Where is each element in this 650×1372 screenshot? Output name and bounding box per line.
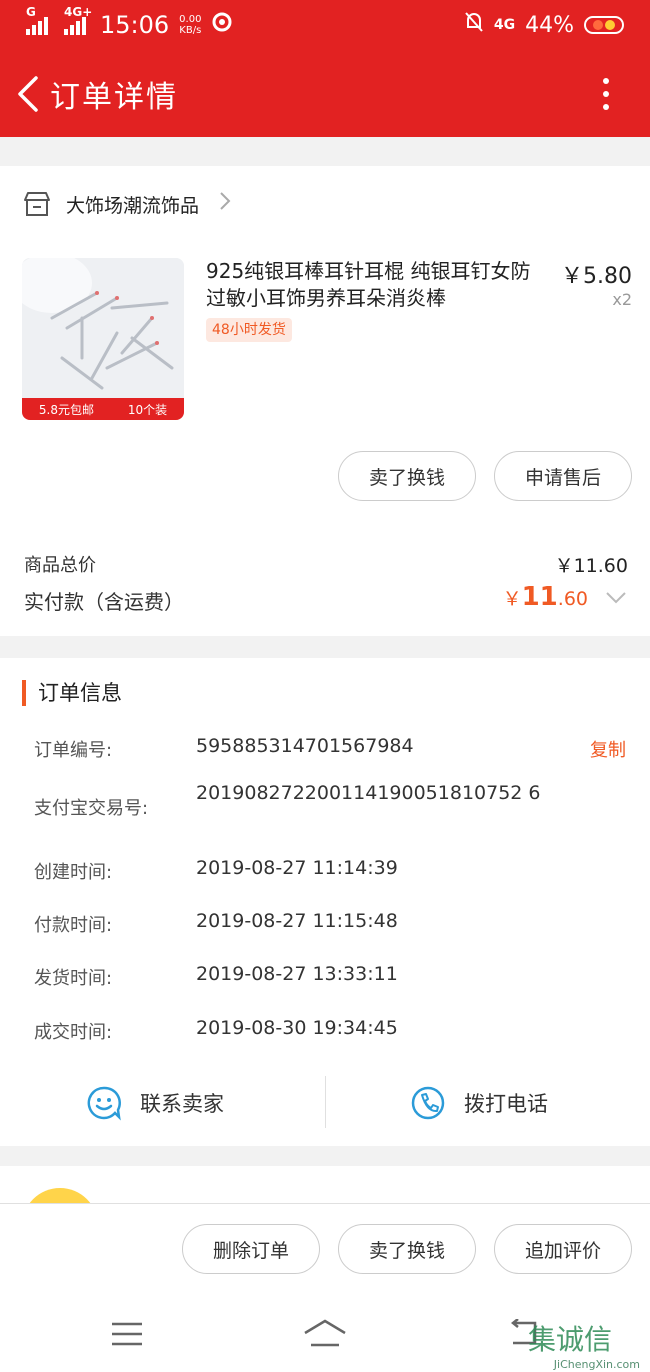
order-number-value: 595885314701567984 [196,735,414,757]
chevron-down-icon [606,592,626,604]
mute-icon [464,11,484,39]
chevron-left-icon [18,76,38,112]
expand-totals-button[interactable] [604,590,628,610]
product-title[interactable]: 925纯银耳棒耳针耳棍 纯银耳钉女防过敏小耳饰男养耳朵消炎棒 [206,258,546,312]
back-button[interactable] [8,58,48,130]
header: G 4G+ 15:06 0.00 KB/s 4G 44% 订单详情 [0,0,650,137]
call-label: 拨打电话 [464,1092,548,1116]
call-button[interactable]: 拨打电话 [410,1080,548,1126]
delete-order-button[interactable]: 删除订单 [182,1224,320,1274]
net-speed-value: 0.00 [179,14,202,25]
sell-item-button[interactable]: 卖了换钱 [338,451,476,501]
home-icon [304,1319,346,1347]
watermark-site: JiChengXin.com [553,1358,640,1371]
paid-currency: ￥ [502,588,522,610]
store-icon [24,192,50,216]
order-number-label: 订单编号: [34,740,113,761]
goods-total-label: 商品总价 [24,555,96,576]
paid-decimal: .60 [557,588,588,610]
clock: 15:06 [100,11,170,39]
nav-bar: 订单详情 [0,58,650,130]
net-speed: 0.00 KB/s [179,14,201,36]
shop-name: 大饰场潮流饰品 [66,194,200,217]
battery-icon [584,16,624,34]
watermark: 集诚信 JiChengXin.com [528,1318,640,1371]
contact-seller-button[interactable]: 联系卖家 [86,1080,224,1126]
signal-label: G [26,5,36,19]
battery-percent: 44% [525,12,574,38]
paid-amount-label: 实付款（含运费） [24,590,184,614]
paid-integer: 11 [521,582,558,612]
earring-pins-image [22,258,184,398]
created-time-value: 2019-08-27 11:14:39 [196,857,398,879]
signal-label: 4G+ [64,5,93,19]
add-review-button[interactable]: 追加评价 [494,1224,632,1274]
net-speed-unit: KB/s [179,25,202,36]
created-time-label: 创建时间: [34,862,113,883]
shipping-tag: 48小时发货 [206,318,292,342]
more-vertical-icon [603,78,609,84]
chat-bubble-icon [87,1086,121,1121]
menu-icon [112,1322,142,1346]
signal-icon: 4G+ [64,5,92,35]
completed-time-value: 2019-08-30 19:34:45 [196,1017,398,1039]
order-info-title: 订单信息 [22,680,122,706]
contact-seller-label: 联系卖家 [140,1092,224,1116]
alipay-trade-value: 201908272200114190051810752 6 [196,782,541,804]
product-quantity: x2 [612,290,632,309]
paid-time-value: 2019-08-27 11:15:48 [196,910,398,932]
completed-time-label: 成交时间: [34,1022,113,1043]
paid-amount-value: ￥ 11 .60 [503,582,588,612]
menu-nav-button[interactable] [110,1321,144,1351]
product-price: ￥5.80 [561,264,632,289]
after-sale-button[interactable]: 申请售后 [494,451,632,501]
product-image[interactable]: 5.8元包邮 10个装 [22,258,184,420]
page-title: 订单详情 [50,80,178,115]
shop-link[interactable]: 大饰场潮流饰品 [22,190,231,218]
shipped-time-label: 发货时间: [34,968,113,989]
contact-divider [325,1076,326,1128]
status-left: G 4G+ 15:06 0.00 KB/s [26,5,233,39]
sync-icon [211,11,233,39]
alipay-trade-label: 支付宝交易号: [34,798,149,819]
watermark-logo: 集诚信 [528,1323,613,1356]
status-bar: G 4G+ 15:06 0.00 KB/s 4G 44% [0,0,650,50]
sell-button[interactable]: 卖了换钱 [338,1224,476,1274]
paid-time-label: 付款时间: [34,915,113,936]
recommend-card [0,1166,650,1228]
pack-badge-text: 10个装 [127,402,168,417]
signal-icon: G [26,5,48,35]
goods-total-value: ￥11.60 [554,555,628,577]
phone-icon [411,1086,445,1120]
chevron-right-icon [219,191,231,217]
more-menu-button[interactable] [586,58,626,130]
network-type: 4G [493,17,516,33]
home-nav-button[interactable] [302,1317,348,1353]
shipped-time-value: 2019-08-27 13:33:11 [196,963,398,985]
product-image-badge: 5.8元包邮 10个装 [22,398,184,420]
shipping-badge-text: 5.8元包邮 [38,402,94,417]
copy-order-number-button[interactable]: 复制 [590,736,626,762]
status-right: 4G 44% [464,11,624,39]
order-info-card [0,658,650,1146]
